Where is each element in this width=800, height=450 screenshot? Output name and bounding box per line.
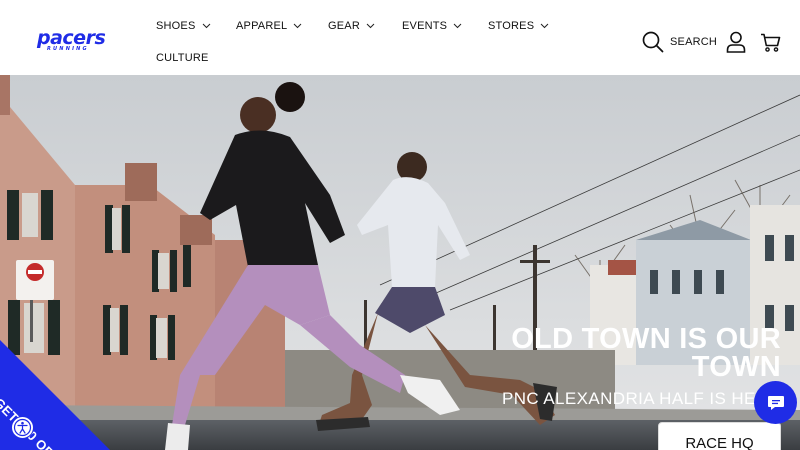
account-icon[interactable]	[726, 31, 746, 53]
nav-item-label: SHOES	[156, 20, 196, 32]
nav-item-apparel[interactable]: APPAREL	[236, 20, 302, 32]
nav-item-shoes[interactable]: SHOES	[156, 20, 211, 32]
nav-item-label: EVENTS	[402, 20, 448, 32]
search-button[interactable]: SEARCH	[642, 31, 717, 53]
nav-item-gear[interactable]: GEAR	[328, 20, 375, 32]
nav-item-culture[interactable]: CULTURE	[156, 52, 209, 64]
nav-item-label: CULTURE	[156, 52, 209, 64]
race-hq-button[interactable]: RACE HQ	[658, 422, 781, 450]
search-icon	[642, 31, 664, 53]
hero-title: OLD TOWN IS OUR TOWN	[511, 323, 781, 383]
logo-wordmark: pacers	[37, 27, 106, 49]
search-label: SEARCH	[670, 36, 718, 48]
pacers-running-logo[interactable]: pacers RUNNING	[37, 27, 106, 55]
chat-icon	[767, 395, 784, 410]
nav-item-label: STORES	[488, 20, 535, 32]
chevron-down-icon	[366, 23, 375, 29]
chevron-down-icon	[202, 23, 210, 29]
site-header: pacers RUNNING SHOES APPAREL GEAR EVENTS…	[0, 0, 800, 75]
nav-item-label: GEAR	[328, 20, 360, 32]
chat-button[interactable]	[754, 381, 797, 424]
nav-item-label: APPAREL	[236, 20, 288, 32]
accessibility-button[interactable]	[11, 416, 34, 439]
nav-item-stores[interactable]: STORES	[488, 20, 549, 32]
chevron-down-icon	[540, 23, 549, 29]
nav-item-events[interactable]: EVENTS	[402, 20, 462, 32]
chevron-down-icon	[293, 23, 302, 29]
accessibility-icon	[13, 418, 32, 437]
chevron-down-icon	[453, 23, 462, 29]
hero-banner: OLD TOWN IS OUR TOWN PNC ALEXANDRIA HALF…	[0, 75, 800, 450]
cart-icon[interactable]	[760, 33, 781, 52]
